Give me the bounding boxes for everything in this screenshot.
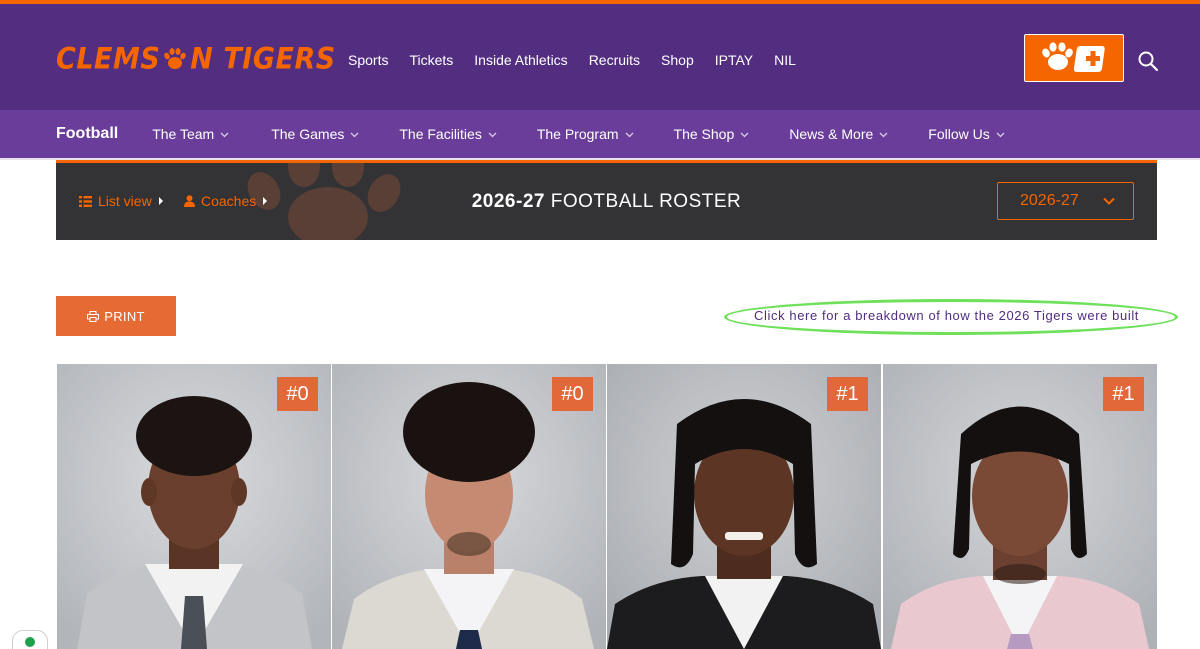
- nav-sports[interactable]: Sports: [348, 52, 388, 68]
- chevron-down-icon: [625, 132, 633, 137]
- paw-plus-icon: [1042, 42, 1105, 72]
- subnav-follow-us[interactable]: Follow Us: [928, 126, 1005, 142]
- season-select-value: 2026-27: [1020, 192, 1079, 209]
- search-icon[interactable]: [1137, 50, 1159, 72]
- logo-text-second: TIGERS: [223, 42, 336, 76]
- player-card[interactable]: #1: [607, 364, 881, 649]
- jersey-number-badge: #1: [1103, 377, 1144, 411]
- chevron-down-icon: [996, 132, 1005, 137]
- chevron-down-icon: [488, 132, 497, 137]
- highlight-annotation: [724, 299, 1178, 335]
- sport-subnav: Football The Team The Games The Faciliti…: [0, 110, 1200, 158]
- feedback-tab[interactable]: [12, 630, 48, 649]
- logo-text-right: N: [190, 42, 214, 76]
- subnav-the-shop[interactable]: The Shop: [674, 126, 750, 142]
- chevron-down-icon: [1103, 197, 1115, 205]
- subnav-the-facilities[interactable]: The Facilities: [399, 126, 497, 142]
- print-button[interactable]: PRINT: [56, 296, 176, 336]
- nav-iptay[interactable]: IPTAY: [715, 52, 753, 68]
- subnav-the-team[interactable]: The Team: [152, 126, 229, 142]
- tiger-paw-icon: [164, 48, 187, 69]
- roster-title-season: 2026-27: [471, 191, 545, 212]
- nav-shop[interactable]: Shop: [661, 52, 694, 68]
- player-card[interactable]: #0: [332, 364, 606, 649]
- clemson-tigers-logo[interactable]: CLEMS N TIGERS: [56, 42, 336, 76]
- feedback-icon: [25, 637, 35, 647]
- roster-title-text: FOOTBALL ROSTER: [544, 191, 742, 212]
- roster-banner: List view Coaches 2026-27 FOOTBALL ROSTE…: [56, 160, 1157, 240]
- roster-title: 2026-27 FOOTBALL ROSTER: [56, 191, 1157, 213]
- subnav-label: The Games: [271, 126, 345, 142]
- subnav-label: The Facilities: [399, 126, 482, 142]
- logo-text-left: CLEMS: [56, 42, 161, 76]
- chevron-down-icon: [740, 132, 749, 137]
- site-header: CLEMS N TIGERS Sports Tickets Inside Ath…: [0, 4, 1200, 110]
- sport-title[interactable]: Football: [56, 125, 118, 143]
- nav-recruits[interactable]: Recruits: [589, 52, 640, 68]
- chevron-down-icon: [879, 132, 888, 137]
- subnav-label: The Program: [536, 126, 619, 142]
- subnav-label: Follow Us: [928, 126, 990, 142]
- subnav-label: News & More: [789, 126, 874, 142]
- nav-tickets[interactable]: Tickets: [409, 52, 453, 68]
- season-select[interactable]: 2026-27: [997, 182, 1134, 220]
- player-card[interactable]: #1: [883, 364, 1157, 649]
- subnav-label: The Shop: [673, 126, 735, 142]
- nav-nil[interactable]: NIL: [774, 52, 796, 68]
- subnav-news-more[interactable]: News & More: [789, 126, 888, 142]
- subnav-the-games[interactable]: The Games: [271, 126, 359, 142]
- subnav-label: The Team: [152, 126, 215, 142]
- chevron-down-icon: [220, 132, 229, 137]
- clemson-plus-button[interactable]: [1024, 34, 1124, 82]
- jersey-number-badge: #1: [827, 377, 868, 411]
- chevron-down-icon: [350, 132, 359, 137]
- printer-icon: [87, 310, 100, 322]
- jersey-number-badge: #0: [552, 377, 593, 411]
- jersey-number-badge: #0: [277, 377, 318, 411]
- subnav-the-program[interactable]: The Program: [537, 126, 634, 142]
- player-card[interactable]: #0: [57, 364, 331, 649]
- nav-inside-athletics[interactable]: Inside Athletics: [474, 52, 567, 68]
- print-label: PRINT: [104, 308, 145, 324]
- main-nav: Sports Tickets Inside Athletics Recruits…: [348, 52, 796, 68]
